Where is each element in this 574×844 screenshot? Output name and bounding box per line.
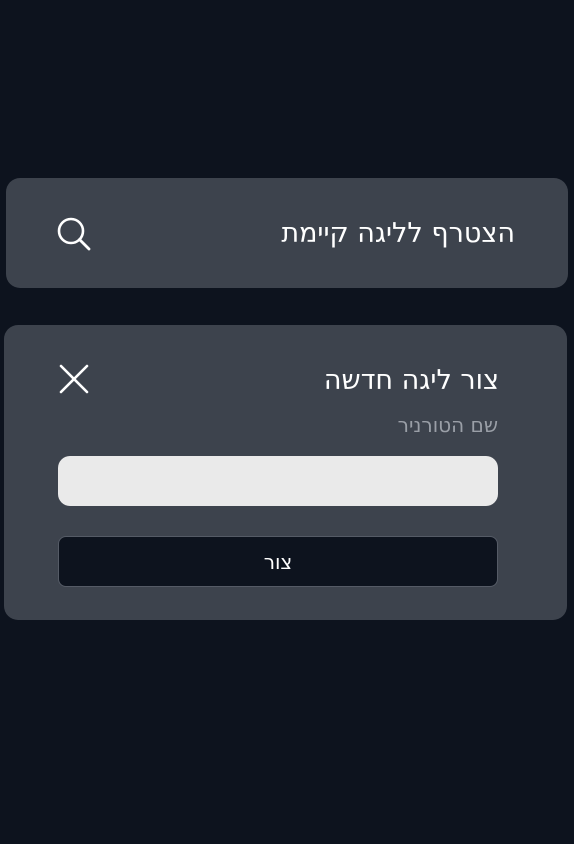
search-icon[interactable] [56, 216, 92, 252]
tournament-name-label: שם הטורניר [397, 413, 498, 437]
close-icon[interactable] [58, 363, 90, 395]
tournament-name-input[interactable] [58, 456, 498, 506]
create-league-title: צור ליגה חדשה [323, 365, 499, 396]
create-league-card: צור ליגה חדשה שם הטורניר צור [4, 325, 567, 620]
join-league-title: הצטרף לליגה קיימת [281, 218, 515, 249]
create-button[interactable]: צור [58, 536, 498, 587]
join-league-card[interactable]: הצטרף לליגה קיימת [6, 178, 568, 288]
page: הצטרף לליגה קיימת צור ליגה חדשה שם הטורנ… [0, 0, 574, 844]
